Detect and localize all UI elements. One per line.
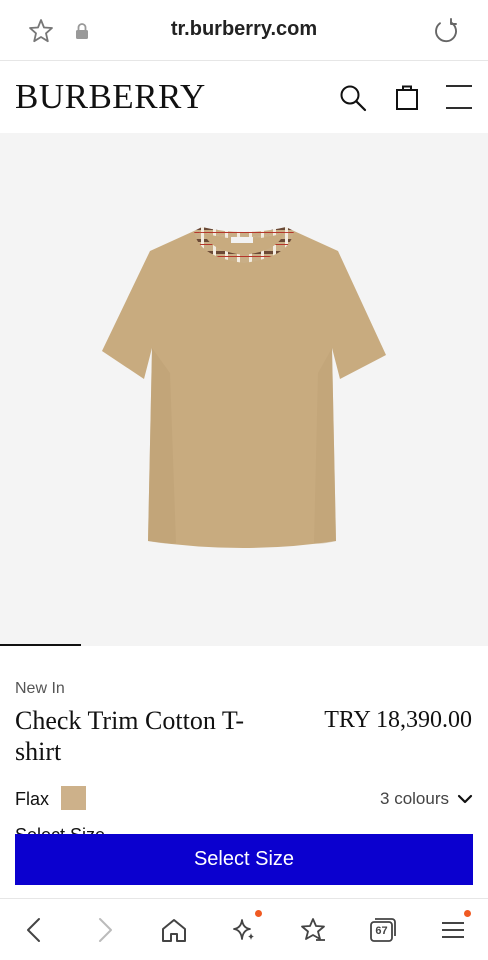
home-icon[interactable]	[159, 915, 189, 945]
colours-label: 3 colours	[380, 789, 449, 808]
favorites-icon[interactable]	[298, 915, 328, 945]
carousel-indicator	[0, 644, 81, 646]
tabs-icon[interactable]: 67	[368, 915, 398, 945]
browser-url-bar: tr.burberry.com	[0, 0, 488, 61]
reload-icon[interactable]	[432, 17, 460, 45]
colour-name: Flax	[15, 789, 50, 809]
lock-icon	[76, 23, 88, 39]
menu-icon[interactable]	[444, 82, 474, 112]
notification-dot	[255, 910, 262, 917]
colours-dropdown[interactable]: 3 colours	[380, 789, 473, 809]
tshirt-image	[102, 227, 386, 548]
product-title: Check Trim Cotton T-shirt	[15, 706, 244, 766]
colour-swatch[interactable]	[61, 786, 86, 810]
product-price: TRY 18,390.00	[324, 707, 472, 733]
site-header: BURBERRY	[0, 61, 488, 133]
sparkle-icon[interactable]	[229, 915, 259, 945]
bag-icon[interactable]	[393, 82, 421, 112]
search-icon[interactable]	[338, 83, 368, 113]
url-text[interactable]: tr.burberry.com	[110, 18, 378, 41]
select-size-label: Select Size	[15, 826, 105, 834]
notification-dot	[464, 910, 471, 917]
chevron-down-icon	[457, 794, 473, 804]
colour-row: Flax 3 colours	[15, 786, 473, 812]
star-icon[interactable]	[27, 17, 55, 45]
forward-icon[interactable]	[90, 915, 120, 945]
new-in-badge: New In	[15, 680, 65, 697]
burberry-logo[interactable]: BURBERRY	[15, 77, 206, 117]
back-icon[interactable]	[19, 915, 49, 945]
browser-bottom-nav: 67	[0, 898, 488, 960]
select-size-button[interactable]: Select Size	[15, 834, 473, 885]
menu-icon[interactable]	[438, 915, 468, 945]
product-image[interactable]	[0, 133, 488, 646]
tab-count: 67	[375, 925, 388, 937]
